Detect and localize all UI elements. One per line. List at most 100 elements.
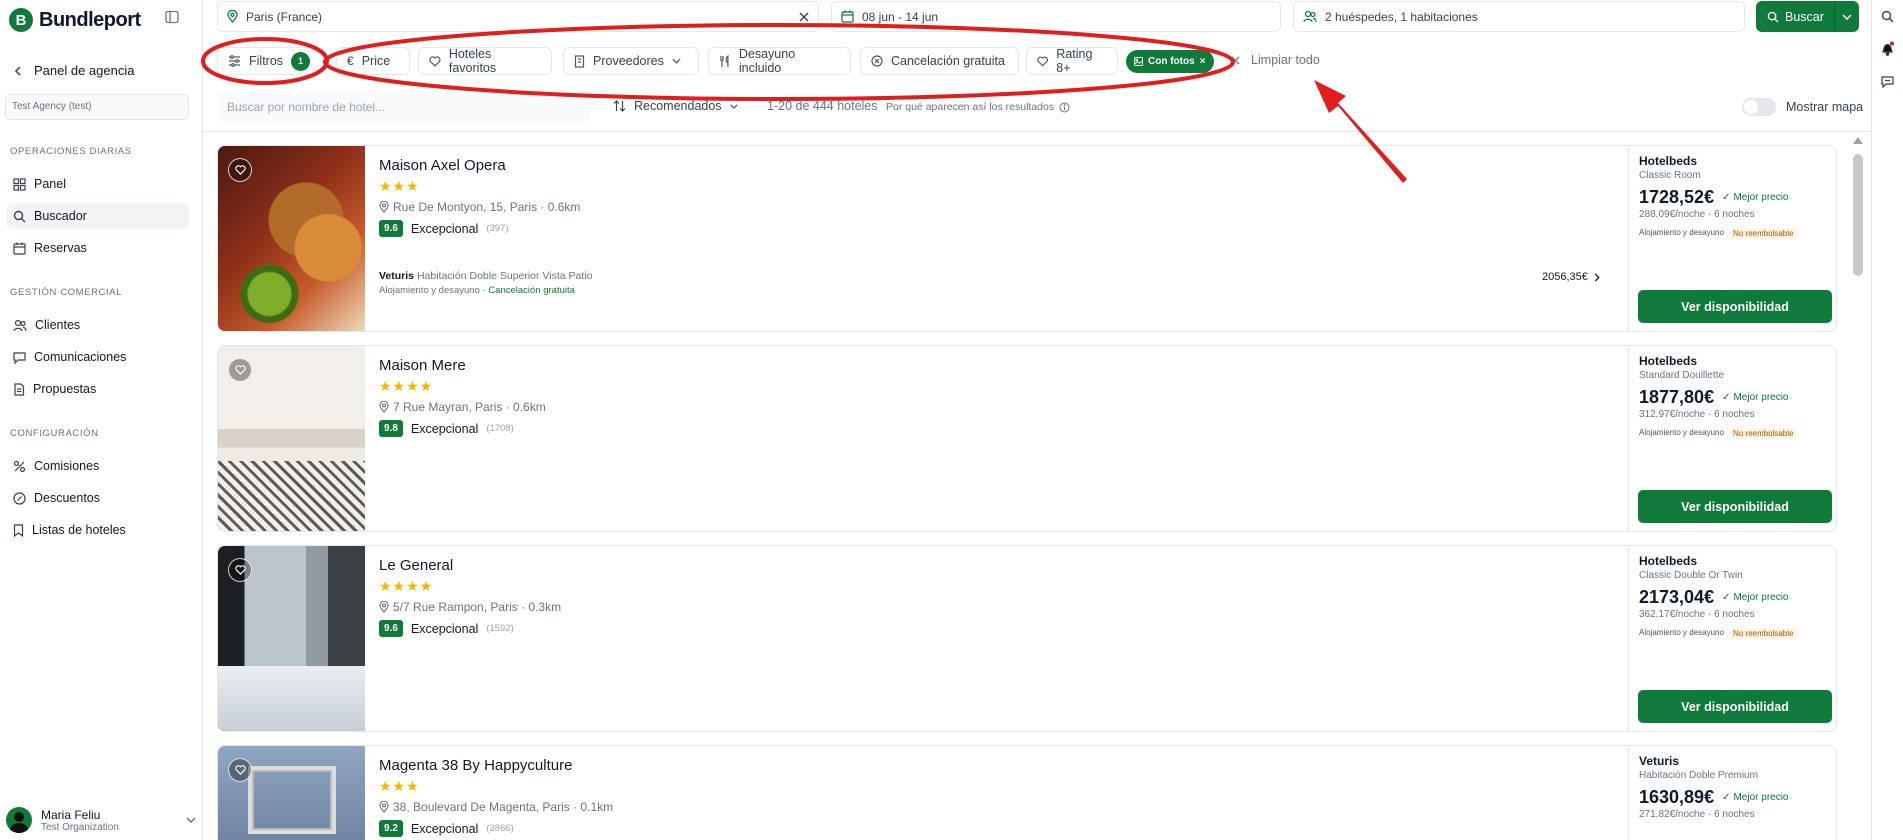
- search-button-label: Buscar: [1785, 9, 1824, 24]
- badge-percent-icon: [13, 491, 26, 505]
- filter-chip-rating[interactable]: Rating 8+: [1026, 47, 1118, 75]
- search-button[interactable]: Buscar: [1756, 1, 1859, 32]
- clear-all-filters[interactable]: Limpiar todo: [1231, 53, 1320, 67]
- sidebar-item-label: Comunicaciones: [34, 350, 127, 364]
- location-pin-icon: [227, 10, 238, 23]
- sidebar-collapse-icon[interactable]: [165, 10, 179, 24]
- results-scrollbar[interactable]: [1853, 154, 1863, 276]
- hotel-card[interactable]: Maison Mere ★★★★ 7 Rue Mayran, Paris · 0…: [217, 345, 1837, 532]
- toolbar-divider: [203, 131, 1871, 132]
- clear-all-label: Limpiar todo: [1251, 53, 1320, 67]
- price-panel: Hotelbeds Classic Room 1728,52€ ✓ Mejor p…: [1628, 146, 1836, 331]
- clear-destination-icon[interactable]: [799, 12, 809, 22]
- filters-button[interactable]: Filtros 1: [217, 47, 323, 75]
- filter-chip-free-cancellation[interactable]: Cancelación gratuita: [860, 47, 1019, 75]
- best-price-badge: ✓ Mejor precio: [1722, 392, 1788, 403]
- chat-icon[interactable]: [1881, 75, 1894, 88]
- filter-chip-favorites[interactable]: Hoteles favoritos: [418, 47, 552, 75]
- sidebar-item-label: Listas de hoteles: [32, 523, 126, 537]
- view-availability-button[interactable]: Ver disponibilidad: [1638, 490, 1832, 523]
- guests-field[interactable]: 2 huéspedes, 1 habitaciones: [1293, 1, 1745, 32]
- chevron-down-icon: [672, 58, 681, 64]
- scroll-up-arrow[interactable]: [1853, 137, 1863, 144]
- sidebar-item-buscador[interactable]: Buscador: [6, 203, 189, 229]
- sidebar-item-comunicaciones[interactable]: Comunicaciones: [6, 344, 189, 370]
- hotel-name[interactable]: Maison Axel Opera: [379, 157, 506, 174]
- close-icon: [1231, 55, 1240, 65]
- sidebar-item-clientes[interactable]: Clientes: [6, 312, 189, 338]
- search-options-dropdown[interactable]: [1835, 13, 1859, 20]
- provider-name: Hotelbeds: [1639, 354, 1698, 368]
- search-icon: [1767, 11, 1779, 23]
- brand-logo[interactable]: B Bundleport: [9, 8, 141, 32]
- active-filter-with-photos[interactable]: Con fotos ×: [1126, 50, 1214, 73]
- users-icon: [13, 319, 27, 331]
- hotel-name[interactable]: Le General: [379, 557, 453, 574]
- filters-label: Filtros: [249, 54, 284, 68]
- why-results-link[interactable]: Por qué aparecen así los resultados: [886, 101, 1070, 113]
- back-to-agency-panel[interactable]: Panel de agencia: [14, 63, 134, 78]
- sidebar-item-comisiones[interactable]: Comisiones: [6, 453, 189, 479]
- check-icon: ✓: [1722, 392, 1731, 403]
- search-icon: [13, 210, 26, 222]
- best-price-label: Mejor precio: [1733, 792, 1789, 803]
- total-price: 1877,80€: [1639, 387, 1715, 407]
- sidebar-item-reservas[interactable]: Reservas: [6, 235, 189, 261]
- alternative-offer[interactable]: Veturis Habitación Doble Superior Vista …: [379, 270, 592, 282]
- why-results-label: Por qué aparecen así los resultados: [886, 101, 1055, 113]
- hotel-address: 5/7 Rue Rampon, Paris · 0.3km: [379, 600, 561, 614]
- sort-dropdown[interactable]: Recomendados: [613, 99, 738, 113]
- avatar: [6, 807, 32, 833]
- show-map-toggle[interactable]: Mostrar mapa: [1742, 98, 1863, 116]
- hotel-address: Rue De Montyon, 15, Paris · 0.6km: [379, 200, 580, 214]
- total-price: 1630,89€: [1639, 787, 1715, 807]
- filter-chip-providers[interactable]: Proveedores: [563, 47, 699, 75]
- refund-tag: No reembolsable: [1729, 428, 1797, 439]
- star-rating: ★★★★: [379, 578, 434, 594]
- sidebar-item-label: Panel: [34, 177, 66, 191]
- hotel-card[interactable]: Maison Axel Opera ★★★ Rue De Montyon, 15…: [217, 145, 1837, 332]
- hotel-name[interactable]: Maison Mere: [379, 357, 466, 374]
- notification-bell-icon[interactable]: [1881, 41, 1894, 56]
- dates-value: 08 jun - 14 jun: [862, 9, 939, 24]
- guest-rating: 9.2 Excepcional (2866): [379, 820, 514, 837]
- right-rail: [1871, 0, 1903, 840]
- view-availability-button[interactable]: Ver disponibilidad: [1638, 290, 1832, 323]
- address-text: Rue De Montyon, 15, Paris · 0.6km: [393, 200, 581, 214]
- hotel-card[interactable]: Le General ★★★★ 5/7 Rue Rampon, Paris · …: [217, 545, 1837, 732]
- room-type: Habitación Doble Premium: [1639, 770, 1758, 781]
- favorite-heart-icon[interactable]: [228, 758, 252, 782]
- hotel-name-search-input[interactable]: Buscar por nombre de hotel...: [217, 92, 590, 122]
- best-price-badge: ✓ Mejor precio: [1722, 192, 1788, 203]
- per-night-price: 271,82€/noche · 6 noches: [1639, 809, 1755, 820]
- filter-chip-breakfast[interactable]: Desayuno incluido: [708, 47, 851, 75]
- sliders-icon: [229, 55, 240, 67]
- chevron-right-icon: [1594, 272, 1600, 282]
- favorite-heart-icon[interactable]: [228, 558, 252, 582]
- results-count: 1-20 de 444 hoteles: [767, 99, 878, 113]
- sidebar-item-propuestas[interactable]: Propuestas: [6, 376, 189, 402]
- dates-field[interactable]: 08 jun - 14 jun: [831, 1, 1281, 32]
- agency-selector[interactable]: Test Agency (test): [5, 94, 189, 120]
- location-pin-icon: [379, 401, 389, 413]
- sidebar-item-descuentos[interactable]: Descuentos: [6, 485, 189, 511]
- sidebar-item-panel[interactable]: Panel: [6, 171, 189, 197]
- alt-offer-price[interactable]: 2056,35€: [1542, 271, 1600, 283]
- destination-field[interactable]: Paris (France): [217, 1, 819, 32]
- best-price-label: Mejor precio: [1733, 592, 1789, 603]
- favorite-heart-icon[interactable]: [228, 158, 252, 182]
- user-menu[interactable]: Maria Feliu Test Organization: [6, 807, 196, 833]
- sort-arrows-icon: [613, 100, 626, 112]
- logo-mark-icon: B: [9, 8, 33, 32]
- board-tag: Alojamiento y desayuno: [1639, 428, 1724, 437]
- sidebar-item-listas[interactable]: Listas de hoteles: [6, 517, 189, 543]
- remove-filter-icon[interactable]: ×: [1200, 56, 1206, 67]
- search-icon[interactable]: [1881, 10, 1894, 23]
- view-availability-button[interactable]: Ver disponibilidad: [1638, 690, 1832, 723]
- toggle-switch[interactable]: [1742, 98, 1776, 116]
- filter-chip-price[interactable]: € Price: [336, 47, 410, 75]
- utensils-icon: [720, 54, 729, 67]
- favorite-heart-icon[interactable]: [228, 358, 252, 382]
- hotel-card[interactable]: Magenta 38 By Happyculture ★★★ 38, Boule…: [217, 745, 1837, 840]
- hotel-name[interactable]: Magenta 38 By Happyculture: [379, 757, 572, 774]
